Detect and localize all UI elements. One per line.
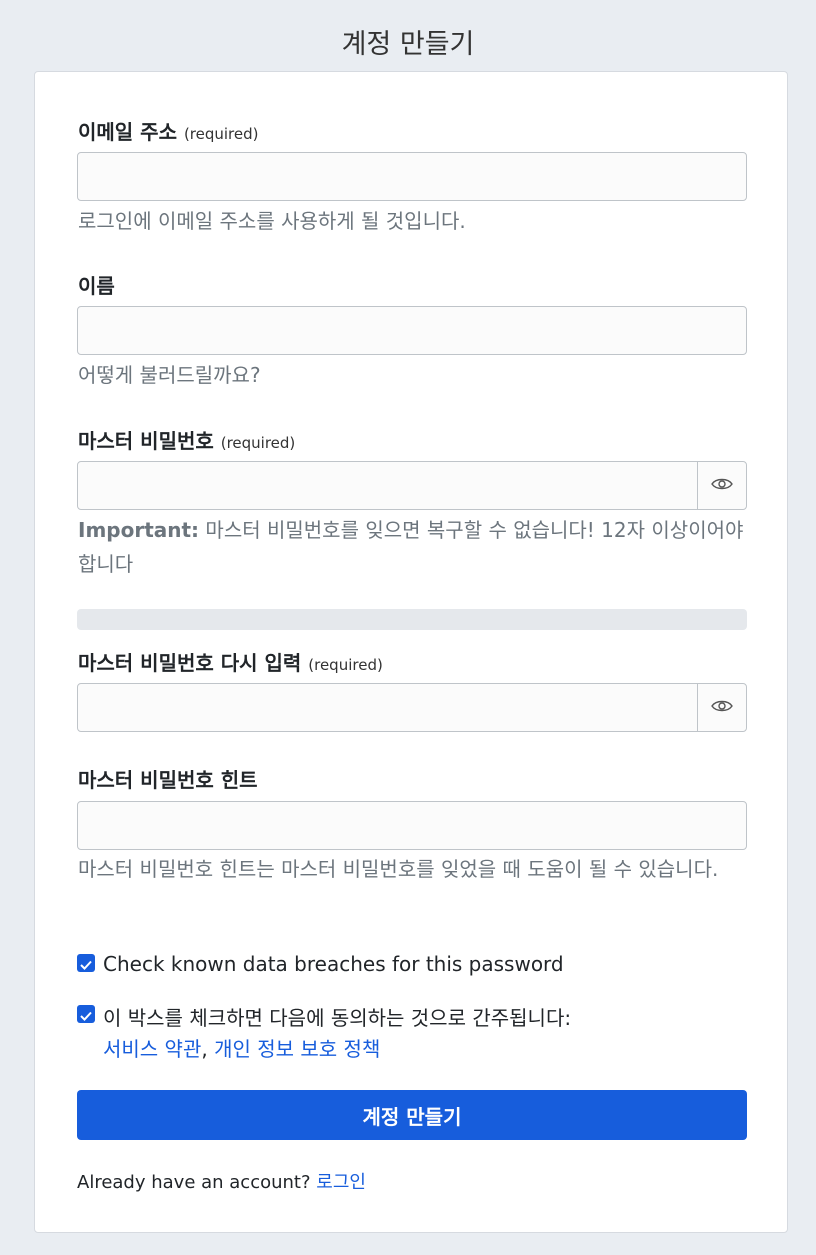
register-card: 이메일 주소 (required) 로그인에 이메일 주소를 사용하게 될 것입… [34,71,788,1233]
privacy-policy-link[interactable]: 개인 정보 보호 정책 [214,1037,380,1061]
check-breaches-label: Check known data breaches for this passw… [103,952,564,976]
required-tag: (required) [308,656,383,674]
required-tag: (required) [220,434,296,452]
name-field[interactable] [78,307,746,354]
hint-field[interactable] [78,802,746,849]
toggle-retype-visibility-button[interactable] [697,684,746,731]
eye-icon [711,698,733,717]
name-help: 어떻게 불러드릴까요? [78,363,261,387]
password-strength-meter [77,609,747,630]
hint-field-wrapper [77,801,747,850]
already-have-account: Already have an account? 로그인 [77,1168,366,1194]
name-field-wrapper [77,306,747,355]
login-link[interactable]: 로그인 [316,1172,366,1193]
terms-of-service-link[interactable]: 서비스 약관 [103,1037,201,1061]
master-password-label-text: 마스터 비밀번호 [78,429,214,453]
master-password-field-wrapper [77,461,747,510]
terms-text: 이 박스를 체크하면 다음에 동의하는 것으로 간주됩니다: 서비스 약관, 개… [103,1003,571,1065]
email-label: 이메일 주소 (required) [78,116,259,145]
important-label: Important: [78,518,200,542]
retype-password-field-wrapper [77,683,747,732]
already-text: Already have an account? [77,1172,311,1193]
terms-checkbox[interactable] [77,1005,95,1023]
page-title: 계정 만들기 [341,29,475,60]
name-label: 이름 [78,270,115,299]
required-tag: (required) [183,125,259,143]
master-password-field[interactable] [78,462,698,509]
checkmark-icon [80,951,92,975]
hint-label-text: 마스터 비밀번호 힌트 [78,768,258,792]
eye-icon [711,476,733,495]
email-label-text: 이메일 주소 [78,120,177,144]
check-breaches-row: Check known data breaches for this passw… [77,952,564,976]
terms-row: 이 박스를 체크하면 다음에 동의하는 것으로 간주됩니다: 서비스 약관, 개… [77,1003,571,1065]
retype-password-label: 마스터 비밀번호 다시 입력 (required) [78,647,383,676]
hint-help: 마스터 비밀번호 힌트는 마스터 비밀번호를 잊었을 때 도움이 될 수 있습니… [78,857,719,881]
check-breaches-checkbox[interactable] [77,954,95,972]
create-account-button[interactable]: 계정 만들기 [77,1090,747,1140]
toggle-password-visibility-button[interactable] [697,462,746,509]
terms-label: 이 박스를 체크하면 다음에 동의하는 것으로 간주됩니다: [103,1006,572,1030]
hint-label: 마스터 비밀번호 힌트 [78,764,258,793]
checkmark-icon [80,1002,92,1026]
master-password-help: Important: 마스터 비밀번호를 잊으면 복구할 수 없습니다! 12자… [78,513,750,581]
email-help: 로그인에 이메일 주소를 사용하게 될 것입니다. [78,209,466,233]
email-field[interactable] [78,153,746,200]
email-field-wrapper [77,152,747,201]
name-label-text: 이름 [78,274,115,298]
master-password-label: 마스터 비밀번호 (required) [78,425,295,454]
retype-password-label-text: 마스터 비밀번호 다시 입력 [78,651,302,675]
retype-password-field[interactable] [78,684,698,731]
terms-separator: , [201,1037,208,1061]
